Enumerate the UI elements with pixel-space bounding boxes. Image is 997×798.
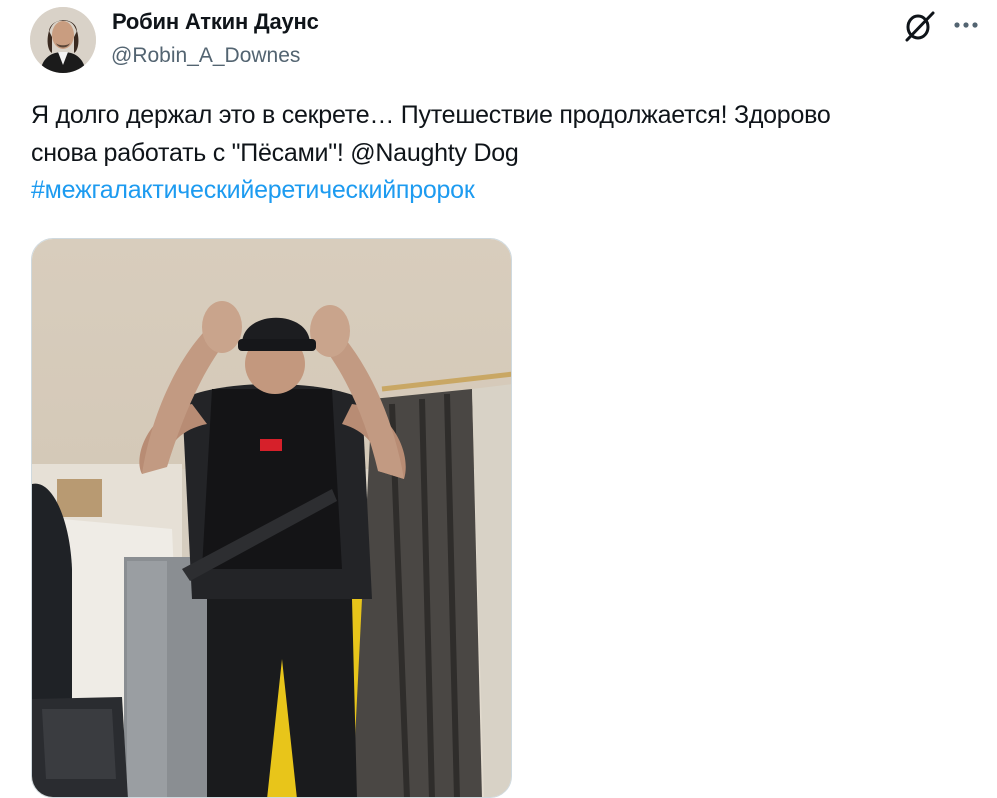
tweet-text-line-2: снова работать с "Пёсами"! @Naughty Dog: [31, 138, 519, 167]
more-dots-icon[interactable]: [950, 10, 982, 38]
tweet-media-video[interactable]: [31, 238, 512, 798]
tweet-text: Я долго держал это в секрете… Путешестви…: [31, 97, 981, 210]
xai-grok-icon[interactable]: [903, 9, 937, 43]
tweet-text-line-1: Я долго держал это в секрете… Путешестви…: [31, 101, 831, 129]
hashtag-link[interactable]: #межгалактическийеретическийпророк: [31, 172, 981, 210]
video-thumbnail: [32, 239, 511, 797]
avatar-image: [30, 7, 96, 73]
avatar[interactable]: [30, 7, 96, 73]
user-handle[interactable]: @Robin_A_Downes: [111, 44, 300, 68]
display-name[interactable]: Робин Аткин Даунс: [112, 9, 319, 35]
